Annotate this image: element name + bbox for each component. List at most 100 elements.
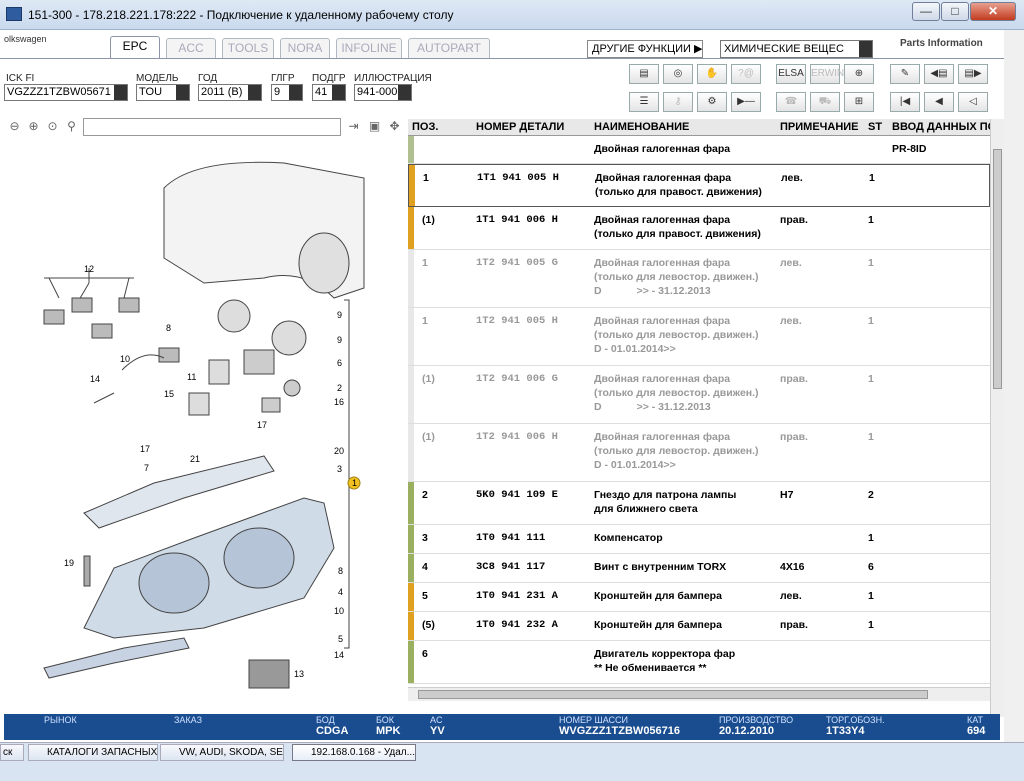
status-value: YV xyxy=(430,725,445,737)
left-icon[interactable]: ◁ xyxy=(958,92,988,112)
table-row[interactable]: 2 5K0 941 109 E Гнездо для патрона лампы д… xyxy=(408,482,990,525)
cell-name: Двойная галогенная фара xyxy=(594,143,731,155)
table-row[interactable]: 4 3C8 941 117 Винт с внутренним TORX 4X16 6 xyxy=(408,554,990,583)
tab-tools[interactable]: TOOLS xyxy=(222,38,274,58)
tab-epc[interactable]: EPC xyxy=(110,36,160,59)
motorbike-icon[interactable]: ⚙ xyxy=(697,92,727,112)
search-icon[interactable]: ⚲ xyxy=(63,118,80,135)
scroll-thumb[interactable] xyxy=(993,149,1002,389)
erwin-icon[interactable]: ERWIN xyxy=(810,64,844,84)
back-icon[interactable]: ◀ xyxy=(924,92,954,112)
vin-select[interactable]: VGZZZ1TZBW05671 xyxy=(4,84,128,101)
chevron-down-icon[interactable] xyxy=(289,85,302,100)
first-icon[interactable]: |◀ xyxy=(890,92,920,112)
table-row[interactable]: 5 1T0 941 231 A Кронштейн для бампера лев. 1 xyxy=(408,583,990,612)
taskbar-item[interactable]: 192.168.0.168 - Удал... xyxy=(292,744,416,761)
tab-autopart[interactable]: AUTOPART xyxy=(408,38,490,58)
epc-application: olkswagen EPC ACC TOOLS NORA INFOLINE AU… xyxy=(0,30,1004,742)
chevron-down-icon[interactable] xyxy=(332,85,345,100)
prev-page-icon[interactable]: ◀▤ xyxy=(924,64,954,84)
list-icon[interactable]: ☰ xyxy=(629,92,659,112)
cart-icon[interactable]: ⊞ xyxy=(844,92,874,112)
cell-part-number: 1T1 941 006 H xyxy=(476,214,558,226)
chevron-down-icon[interactable] xyxy=(176,85,189,100)
subgroup-value: 41 xyxy=(315,86,328,98)
row-status-bar xyxy=(408,424,414,481)
model-select[interactable]: TOU xyxy=(136,84,190,101)
close-button[interactable]: ✕ xyxy=(970,2,1016,21)
table-row[interactable]: 3 1T0 941 111 Компенсатор 1 xyxy=(408,525,990,554)
callout-label: 8 xyxy=(338,566,343,576)
chevron-down-icon[interactable] xyxy=(248,85,261,100)
chevron-down-icon[interactable] xyxy=(859,41,872,57)
table-row[interactable]: 6 Двигатель корректора фар ** Не обменива… xyxy=(408,641,990,684)
cell-part-number: 1T0 941 232 A xyxy=(476,619,558,631)
cd-icon[interactable]: ◎ xyxy=(663,64,693,84)
row-status-bar xyxy=(408,482,414,524)
chevron-down-icon[interactable] xyxy=(398,85,411,100)
taskbar-item[interactable]: КАТАЛОГИ ЗАПАСНЫХ ... xyxy=(28,744,158,761)
zoom-out-icon[interactable]: ⊖ xyxy=(6,118,23,135)
year-select[interactable]: 2011 (B) xyxy=(198,84,262,101)
table-row[interactable]: 1 1T1 941 005 H Двойная галогенная фара (т… xyxy=(408,164,990,207)
cell-name: Двигатель корректора фар ** Не обменивае… xyxy=(594,648,736,674)
minimize-button[interactable]: — xyxy=(912,2,940,21)
zoom-in-icon[interactable]: ⊕ xyxy=(25,118,42,135)
table-row[interactable]: Двойная галогенная фара PR-8ID xyxy=(408,136,990,164)
handshake-icon[interactable]: ✋ xyxy=(697,64,727,84)
subgroup-select[interactable]: 41 xyxy=(312,84,346,101)
search-input[interactable] xyxy=(83,118,341,136)
cell-st: 1 xyxy=(869,172,875,184)
tab-nora[interactable]: NORA xyxy=(280,38,330,58)
cart-add-icon[interactable]: ⊕ xyxy=(844,64,874,84)
chevron-down-icon[interactable] xyxy=(114,85,127,100)
parts-grid: Двойная галогенная фара PR-8ID 1 1T1 941 00… xyxy=(408,136,990,686)
table-row[interactable]: (5) 1T0 941 232 A Кронштейн для бампера пра… xyxy=(408,612,990,641)
split-icon[interactable]: ✥ xyxy=(386,118,403,135)
table-row[interactable]: 1 1T2 941 005 H Двойная галогенная фара (т… xyxy=(408,308,990,366)
cell-name: Кронштейн для бампера xyxy=(594,590,722,602)
scroll-thumb[interactable] xyxy=(418,690,928,699)
callout-label: 20 xyxy=(334,446,344,456)
table-row[interactable]: (1) 1T2 941 006 H Двойная галогенная фара … xyxy=(408,424,990,482)
column-header-name[interactable]: НАИМЕНОВАНИЕ xyxy=(594,121,689,133)
column-header-input[interactable]: ВВОД ДАННЫХ ПО xyxy=(892,121,996,133)
other-functions-select[interactable]: ХИМИЧЕСКИЕ ВЕЩЕС xyxy=(720,40,873,58)
subgroup-label: ПОДГР xyxy=(312,73,346,84)
maximize-button[interactable]: □ xyxy=(941,2,969,21)
column-header-part-number[interactable]: НОМЕР ДЕТАЛИ xyxy=(476,121,564,133)
layout-icon[interactable]: ▣ xyxy=(366,118,383,135)
table-row[interactable]: (1) 1T1 941 006 H Двойная галогенная фара … xyxy=(408,207,990,250)
play-dash-icon[interactable]: ▶— xyxy=(731,92,761,112)
illustration-select[interactable]: 941-000 xyxy=(354,84,412,101)
group-select[interactable]: 9 xyxy=(271,84,303,101)
car-icon[interactable]: ⛟ xyxy=(810,92,840,112)
print-icon[interactable]: ▤ xyxy=(629,64,659,84)
cell-st: 1 xyxy=(868,257,874,269)
window-title: 151-300 - 178.218.221.178:222 - Подключе… xyxy=(28,8,454,22)
tab-infoline[interactable]: INFOLINE xyxy=(336,38,402,58)
next-page-icon[interactable]: ▤▶ xyxy=(958,64,988,84)
query-icon[interactable]: ?@ xyxy=(731,64,761,84)
status-label: КАТ xyxy=(967,715,984,725)
cell-st: 1 xyxy=(868,619,874,631)
row-status-bar xyxy=(408,136,414,163)
zoom-fit-icon[interactable]: ⊙ xyxy=(44,118,61,135)
table-row[interactable]: (1) 1T2 941 006 G Двойная галогенная фара … xyxy=(408,366,990,424)
table-row[interactable]: 1 1T2 941 005 G Двойная галогенная фара (т… xyxy=(408,250,990,308)
key-icon[interactable]: ⚷ xyxy=(663,92,693,112)
vertical-scrollbar[interactable] xyxy=(990,119,1004,717)
column-header-note[interactable]: ПРИМЕЧАНИЕ xyxy=(780,121,859,133)
elsa-icon[interactable]: ELSA xyxy=(776,64,806,84)
horizontal-scrollbar[interactable] xyxy=(408,687,990,701)
cell-st: 2 xyxy=(868,489,874,501)
column-header-pos[interactable]: ПОЗ. xyxy=(412,121,438,133)
tab-acc[interactable]: ACC xyxy=(166,38,216,58)
column-header-st[interactable]: ST xyxy=(868,121,882,133)
taskbar-item[interactable]: ск xyxy=(0,744,24,761)
other-functions-label[interactable]: ДРУГИЕ ФУНКЦИИ ▶ xyxy=(587,40,704,58)
pin-icon[interactable]: ✎ xyxy=(890,64,920,84)
taskbar-item[interactable]: VW, AUDI, SKODA, SEAT xyxy=(160,744,284,761)
phone-icon[interactable]: ☎ xyxy=(776,92,806,112)
export-icon[interactable]: ⇥ xyxy=(345,118,362,135)
